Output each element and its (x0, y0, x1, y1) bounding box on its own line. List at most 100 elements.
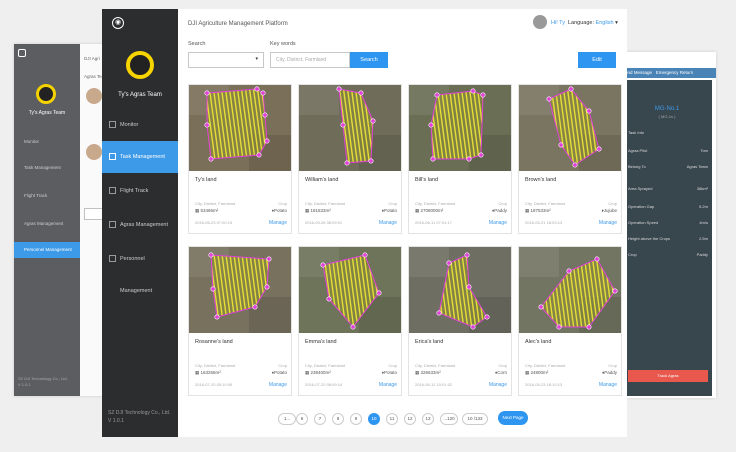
sidebar-item-monitor[interactable]: Monitor (102, 109, 178, 141)
field-area: ▦ 24800m² (525, 370, 548, 376)
field-card[interactable]: Brown's land City, District, Farmland Cr… (518, 84, 622, 234)
bg-nav-personnel: Personnel Management (14, 242, 80, 258)
boundary-point (362, 252, 368, 258)
area-icon: ▦ (415, 370, 420, 375)
area-icon: ▦ (195, 208, 200, 213)
edit-button[interactable]: Edit (578, 52, 616, 68)
page-button[interactable]: 11 (386, 413, 398, 425)
avatar[interactable] (533, 15, 547, 29)
page-button[interactable]: ...120 (440, 413, 458, 425)
crop-label: Crop (498, 363, 507, 368)
crop-label: Crop (388, 201, 397, 206)
keywords-input[interactable]: City, District, Farmland (270, 52, 350, 68)
boundary-point (214, 314, 220, 320)
manage-link[interactable]: Manage (379, 382, 397, 388)
dji-logo-icon[interactable]: ◉ (112, 17, 124, 29)
page-button[interactable]: 9 (350, 413, 362, 425)
boundary-point (254, 86, 260, 92)
bg-copyright: SZ DJI Technology Co., Ltd. (18, 376, 68, 381)
manage-link[interactable]: Manage (489, 220, 507, 226)
panel-subtitle: ( MG-1s ) (658, 114, 676, 119)
boundary-point (320, 262, 326, 268)
field-location: City, District, Farmland (195, 363, 236, 368)
manage-link[interactable]: Manage (269, 382, 287, 388)
sidebar-item-label: Agras Management (120, 222, 168, 228)
search-button[interactable]: Search (350, 52, 388, 68)
manage-link[interactable]: Manage (379, 220, 397, 226)
bg-left-sidebar: Ty's Agras Team Monitor Task Management … (14, 44, 80, 396)
manage-link[interactable]: Manage (269, 220, 287, 226)
language-label: Language: (568, 20, 594, 26)
goto-page-input[interactable]: 10 /133 (462, 413, 488, 425)
field-crop: ♦Potato (382, 370, 397, 375)
manage-link[interactable]: Manage (599, 220, 617, 226)
field-card[interactable]: Emma's land City, District, Farmland Cro… (298, 246, 402, 396)
user-name[interactable]: Hi! Ty (551, 20, 565, 26)
search-select[interactable]: ▾ (188, 52, 264, 68)
version: V 1.0.1 (108, 418, 124, 424)
field-date: 2016-06-11 07:01:17 (415, 220, 452, 225)
page-button[interactable]: 13 (422, 413, 434, 425)
page-button[interactable]: 6 (296, 413, 308, 425)
boundary-point (596, 146, 602, 152)
field-date: 2016-06-12 10:01:02 (415, 382, 453, 387)
sidebar-item-personnel-management[interactable]: Personnel Management (102, 243, 178, 294)
info-row: Operation Gap 5.2m (628, 204, 708, 209)
field-card[interactable]: Rosanne's land City, District, Farmland … (188, 246, 292, 396)
field-name: Alec's land (525, 339, 552, 345)
boundary-point (480, 92, 486, 98)
area-icon: ▦ (305, 370, 310, 375)
crop-label: Crop (278, 201, 287, 206)
field-card[interactable]: Erica's land City, District, Farmland Cr… (408, 246, 512, 396)
page-title: DJI Agriculture Management Platform (188, 21, 288, 27)
sidebar-item-agras-management[interactable]: Agras Management (102, 209, 178, 241)
bg-right-topbar (618, 52, 716, 68)
boundary-point (478, 152, 484, 158)
field-crop: ♦Potato (382, 208, 397, 213)
language-selector[interactable]: Language: English ▾ (568, 20, 618, 26)
page-button[interactable]: 12 (404, 413, 416, 425)
field-crop-value: Jujube (603, 208, 617, 213)
boundary-point (586, 108, 592, 114)
page-button[interactable]: 1... (278, 413, 296, 425)
field-location: City, District, Farmland (525, 201, 566, 206)
info-key: Height above the Crops (628, 236, 671, 241)
info-value: 38km² (696, 186, 708, 191)
page-button[interactable]: 7 (314, 413, 326, 425)
language-value: English (595, 20, 614, 26)
bg-version: V 1.0.1 (18, 382, 31, 387)
field-card[interactable]: Alec's land City, District, Farmland Cro… (518, 246, 622, 396)
info-row: Operation Speed 4m/s (628, 220, 708, 225)
keywords-label: Key words (270, 41, 296, 47)
boundary-point (210, 286, 216, 292)
field-card[interactable]: Bill's land City, District, Farmland Cro… (408, 84, 512, 234)
manage-link[interactable]: Manage (599, 382, 617, 388)
next-page-button[interactable]: Next Page (498, 411, 528, 425)
field-area-value: 326633m² (420, 370, 441, 375)
page-button[interactable]: 8 (332, 413, 344, 425)
bg-nav-task: Task Management (24, 165, 61, 170)
field-area: ▦ 238400m² (305, 370, 331, 376)
bg-team-logo-icon (36, 84, 56, 104)
field-name: Brown's land (525, 177, 557, 183)
sidebar-item-task-management[interactable]: Task Management (102, 141, 178, 173)
page-button[interactable]: 10 (368, 413, 380, 425)
boundary-point (204, 122, 210, 128)
field-name: Rosanne's land (195, 339, 233, 345)
field-crop-value: Potato (273, 208, 287, 213)
boundary-point (594, 256, 600, 262)
clipboard-icon (109, 153, 116, 160)
field-area-value: 2708000m² (420, 208, 444, 213)
bg-avatar (86, 144, 102, 160)
sidebar-item-flight-track[interactable]: Flight Track (102, 175, 178, 207)
field-area-value: 238400m² (310, 370, 331, 375)
field-card[interactable]: William's land City, District, Farmland … (298, 84, 402, 234)
field-location: City, District, Farmland (195, 201, 236, 206)
task-info-label: Task Info (628, 130, 645, 135)
field-area: ▦ 326633m² (415, 370, 441, 376)
field-area: ▦ 2708000m² (415, 208, 443, 214)
field-card[interactable]: Ty's land City, District, Farmland Crop … (188, 84, 292, 234)
crop-label: Crop (388, 363, 397, 368)
manage-link[interactable]: Manage (489, 382, 507, 388)
field-crop-value: Corn (497, 370, 507, 375)
